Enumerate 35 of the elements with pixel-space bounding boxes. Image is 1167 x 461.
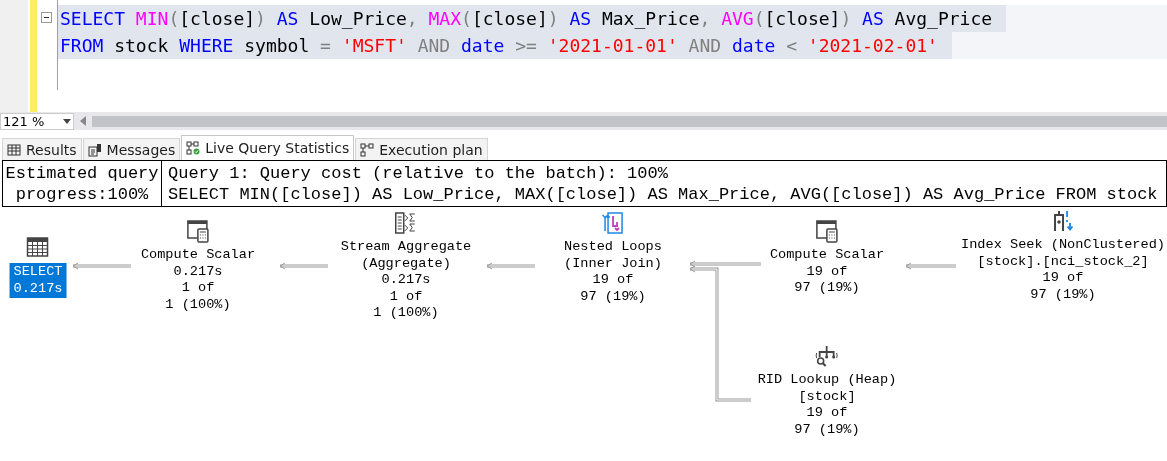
node-label[interactable]: Nested Loops (Inner Join) 19 of 97 (19%) — [564, 239, 662, 306]
selected-node-label[interactable]: SELECT 0.217s — [9, 263, 67, 299]
tab[interactable]: Messages — [82, 138, 181, 160]
scrollbar[interactable] — [92, 115, 1167, 127]
node-label[interactable]: Stream Aggregate (Aggregate) 0.217s 1 of 1 (100%) — [340, 239, 472, 322]
caret-icon — [63, 118, 71, 124]
node-label[interactable]: RID Lookup (Heap) [stock] 19 of 97 (19%) — [757, 372, 897, 439]
plan-icon — [360, 142, 375, 157]
tab[interactable]: Results — [2, 138, 82, 160]
calculator-icon[interactable] — [815, 219, 839, 243]
node-label[interactable]: Compute Scalar 19 of 97 (19%) — [769, 247, 885, 297]
scroll-left-icon[interactable] — [79, 116, 87, 126]
loop-icon[interactable] — [601, 211, 625, 235]
aggregate-icon[interactable] — [394, 211, 418, 235]
zoom-dropdown[interactable]: 121 % — [0, 112, 74, 130]
arrow — [487, 262, 535, 270]
grid-icon — [7, 142, 21, 157]
arrow — [73, 262, 131, 270]
arrow — [280, 262, 328, 270]
tab[interactable]: Execution plan — [355, 138, 488, 160]
lookup-icon[interactable] — [815, 344, 839, 368]
tab[interactable]: Live Query Statistics — [181, 135, 355, 160]
index-seek-icon[interactable] — [1051, 209, 1075, 233]
progress-label: Estimated query — [5, 163, 159, 184]
document-icon — [87, 142, 102, 157]
table-icon[interactable] — [26, 235, 50, 259]
collapse-icon[interactable] — [41, 12, 52, 23]
node-label[interactable]: Index Seek (NonClustered) [stock].[nci_stock_2] 19 of 97 (19%) — [961, 237, 1165, 304]
query-text: SELECT MIN([close]) AS Low_Price, MAX([close]) AS Max_Price, AVG([close]) AS Avg_Price FROM stock — [168, 184, 1158, 205]
live-stats-icon — [186, 141, 201, 155]
calculator-icon[interactable] — [186, 219, 210, 243]
node-label[interactable]: Compute Scalar 0.217s 1 of 1 (100%) — [140, 247, 256, 314]
arrow — [906, 262, 956, 270]
progress-value: progress:100% — [15, 184, 149, 205]
query-cost: Query 1: Query cost (relative to the batch): 100% — [168, 163, 669, 184]
